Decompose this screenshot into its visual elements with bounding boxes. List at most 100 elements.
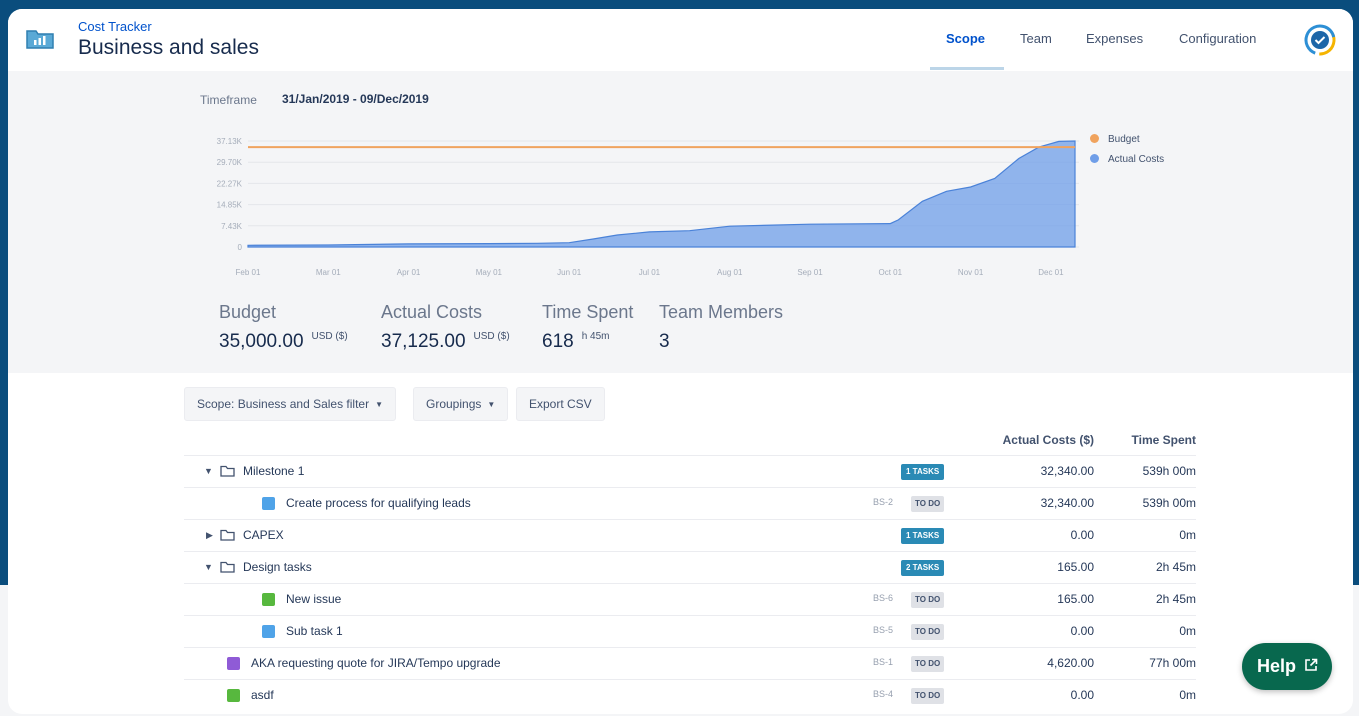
expand-toggle-icon[interactable]: ▼ <box>204 466 213 476</box>
y-tick-label: 0 <box>238 243 243 252</box>
row-name[interactable]: AKA requesting quote for JIRA/Tempo upgr… <box>251 656 501 670</box>
row-time: 539h 00m <box>1142 496 1196 510</box>
row-time: 0m <box>1179 624 1196 638</box>
caret-down-icon: ▼ <box>487 400 496 409</box>
tab-scope[interactable]: Scope <box>946 31 985 46</box>
table-row[interactable]: ▶ CAPEX 1 TASKS 0.00 0m <box>184 519 1196 551</box>
x-tick-label: Nov 01 <box>958 268 984 277</box>
stat-label: Time Spent <box>542 302 634 322</box>
row-name[interactable]: New issue <box>286 592 341 606</box>
column-header-time-spent: Time Spent <box>1131 433 1196 447</box>
row-time: 0m <box>1179 688 1196 702</box>
row-cost: 4,620.00 <box>1047 656 1094 670</box>
issue-key[interactable]: BS-4 <box>873 689 893 699</box>
row-cost: 0.00 <box>1070 688 1094 702</box>
table-row[interactable]: Create process for qualifying leads BS-2… <box>184 487 1196 519</box>
row-name: Design tasks <box>243 560 312 574</box>
row-time: 2h 45m <box>1155 560 1196 574</box>
table-row[interactable]: asdf BS-4 TO DO 0.00 0m <box>184 679 1196 711</box>
row-cost: 0.00 <box>1070 528 1094 542</box>
stat-label: Budget <box>219 302 277 322</box>
stat-budget: Budget 35,000.00 USD ($) <box>219 302 348 353</box>
stat-unit: USD ($) <box>473 331 510 342</box>
legend-item-budget: Budget <box>1090 134 1140 145</box>
issue-key[interactable]: BS-5 <box>873 625 893 635</box>
row-name[interactable]: Sub task 1 <box>286 624 343 638</box>
status-badge: TO DO <box>911 592 945 608</box>
x-tick-label: Feb 01 <box>236 268 261 277</box>
scope-filter-dropdown[interactable]: Scope: Business and Sales filter ▼ <box>184 387 397 421</box>
x-tick-label: Dec 01 <box>1038 268 1064 277</box>
external-link-icon <box>1305 658 1318 671</box>
task-icon <box>262 497 275 510</box>
stat-value: 3 <box>659 331 670 352</box>
task-count-badge: 1 TASKS <box>901 464 945 480</box>
row-time: 0m <box>1179 528 1196 542</box>
folder-chart-icon <box>26 30 54 49</box>
status-badge: TO DO <box>911 496 945 512</box>
row-cost: 165.00 <box>1057 592 1094 606</box>
column-header-actual-costs: Actual Costs ($) <box>1002 433 1094 447</box>
issue-key[interactable]: BS-1 <box>873 657 893 667</box>
stat-actual-costs: Actual Costs 37,125.00 USD ($) <box>381 302 510 353</box>
help-button[interactable]: Help <box>1242 643 1332 690</box>
stat-value: 35,000.00 <box>219 331 304 352</box>
row-cost: 165.00 <box>1057 560 1094 574</box>
x-tick-label: Oct 01 <box>879 268 903 277</box>
status-badge: TO DO <box>911 624 945 640</box>
task-count-badge: 2 TASKS <box>901 560 945 576</box>
story-icon <box>227 689 240 702</box>
y-tick-label: 37.13K <box>217 137 243 146</box>
row-name: Milestone 1 <box>243 464 305 478</box>
app-header: Cost Tracker Business and sales Scope Te… <box>8 9 1353 71</box>
timeframe-label: Timeframe <box>200 93 257 107</box>
story-icon <box>262 593 275 606</box>
row-name[interactable]: asdf <box>251 688 274 702</box>
check-circle-icon[interactable] <box>1303 23 1337 57</box>
caret-down-icon: ▼ <box>375 400 384 409</box>
app-subtitle[interactable]: Cost Tracker <box>78 19 152 34</box>
cost-chart: 37.13K 29.70K 22.27K 14.85K 7.43K 0 Feb 01 Mar … <box>217 137 1079 277</box>
y-tick-label: 22.27K <box>217 179 243 188</box>
row-name[interactable]: Create process for qualifying leads <box>286 496 471 510</box>
row-cost: 32,340.00 <box>1040 464 1094 478</box>
legend-dot-actual <box>1090 154 1099 163</box>
status-badge: TO DO <box>911 656 945 672</box>
folder-icon <box>220 465 235 477</box>
status-badge: TO DO <box>911 688 945 704</box>
table-row[interactable]: AKA requesting quote for JIRA/Tempo upgr… <box>184 647 1196 679</box>
actual-costs-area <box>247 140 1076 248</box>
row-cost: 0.00 <box>1070 624 1094 638</box>
issue-key[interactable]: BS-2 <box>873 497 893 507</box>
row-name: CAPEX <box>243 528 284 542</box>
x-tick-label: May 01 <box>476 268 503 277</box>
table-row[interactable]: Sub task 1 BS-5 TO DO 0.00 0m <box>184 615 1196 647</box>
collapse-toggle-icon[interactable]: ▶ <box>206 530 213 541</box>
table-row[interactable]: ▼ Milestone 1 1 TASKS 32,340.00 539h 00m <box>184 455 1196 487</box>
tab-expenses[interactable]: Expenses <box>1086 31 1143 46</box>
row-time: 539h 00m <box>1142 464 1196 478</box>
issue-key[interactable]: BS-6 <box>873 593 893 603</box>
tab-team[interactable]: Team <box>1020 31 1052 46</box>
x-tick-label: Mar 01 <box>316 268 341 277</box>
y-tick-label: 7.43K <box>221 222 243 231</box>
table-row[interactable]: New issue BS-6 TO DO 165.00 2h 45m <box>184 583 1196 615</box>
stat-value: 618 <box>542 331 574 352</box>
stat-unit: h 45m <box>581 331 610 342</box>
x-tick-label: Jul 01 <box>639 268 661 277</box>
export-csv-button[interactable]: Export CSV <box>516 387 605 421</box>
x-tick-label: Apr 01 <box>397 268 421 277</box>
groupings-dropdown[interactable]: Groupings ▼ <box>413 387 509 421</box>
timeframe-value[interactable]: 31/Jan/2019 - 09/Dec/2019 <box>282 92 429 106</box>
y-tick-label: 14.85K <box>217 201 243 210</box>
epic-icon <box>227 657 240 670</box>
tab-configuration[interactable]: Configuration <box>1179 31 1256 46</box>
active-tab-indicator <box>930 67 1004 70</box>
row-time: 2h 45m <box>1155 592 1196 606</box>
stat-label: Actual Costs <box>381 302 483 322</box>
expand-toggle-icon[interactable]: ▼ <box>204 562 213 572</box>
legend-item-actual-costs: Actual Costs <box>1090 154 1164 165</box>
stat-value: 37,125.00 <box>381 331 466 352</box>
x-tick-label: Sep 01 <box>797 268 823 277</box>
table-row[interactable]: ▼ Design tasks 2 TASKS 165.00 2h 45m <box>184 551 1196 583</box>
